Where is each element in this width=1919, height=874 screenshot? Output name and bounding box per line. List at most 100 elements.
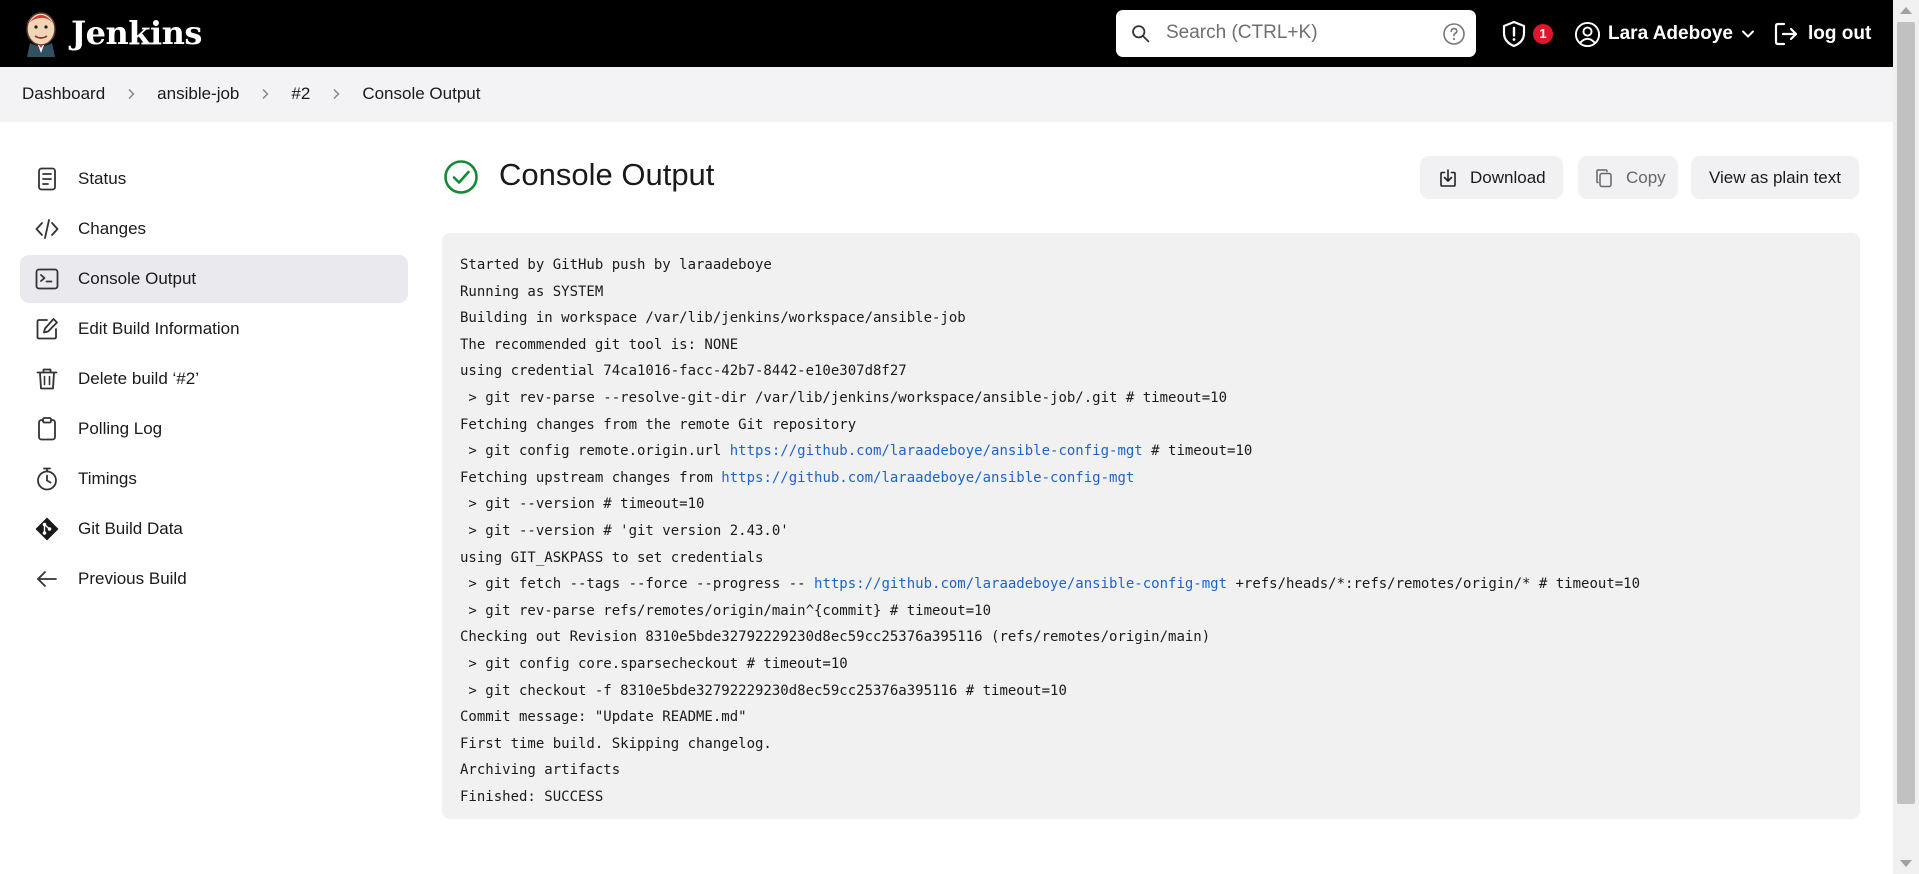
sidebar-item-status[interactable]: Status [20, 155, 408, 203]
search-input[interactable] [1166, 18, 1416, 48]
console-line: Running as SYSTEM [460, 279, 1842, 306]
sidebar-item-changes[interactable]: Changes [20, 205, 408, 253]
logout-icon [1774, 22, 1798, 46]
search-icon [1132, 25, 1150, 43]
jenkins-home-link[interactable]: Jenkins [21, 9, 202, 57]
page-scrollbar[interactable] [1893, 0, 1919, 874]
console-link[interactable]: https://github.com/laraadeboye/ansible-c… [730, 443, 1143, 459]
console-text: Commit message: "Update README.md" [460, 709, 747, 726]
user-name: Lara Adeboye [1608, 23, 1733, 44]
sidebar-item-label: Git Build Data [78, 519, 183, 538]
logout-button[interactable]: log out [1773, 18, 1871, 50]
scrollbar-thumb[interactable] [1897, 22, 1915, 804]
sidebar-item-edit-build-information[interactable]: Edit Build Information [20, 305, 408, 353]
console-line: Checking out Revision 8310e5bde327922292… [460, 624, 1842, 651]
console-text: Checking out Revision 8310e5bde327922292… [460, 629, 1211, 646]
breadcrumb-dashboard[interactable]: Dashboard [22, 84, 105, 104]
trash-icon [36, 368, 58, 390]
download-button[interactable]: Download [1420, 156, 1563, 199]
console-line: Commit message: "Update README.md" [460, 704, 1842, 731]
console-text: Finished: SUCCESS [460, 788, 604, 805]
console-line: using GIT_ASKPASS to set credentials [460, 545, 1842, 572]
sidebar-item-label: Edit Build Information [78, 319, 240, 338]
sidebar-item-delete-build[interactable]: Delete build ‘#2’ [20, 355, 408, 403]
breadcrumb-job[interactable]: ansible-job [157, 84, 239, 104]
console-text: using GIT_ASKPASS to set credentials [460, 549, 764, 566]
console-line: using credential 74ca1016-facc-42b7-8442… [460, 358, 1842, 385]
breadcrumb: Dashboard ansible-job #2 Console Output [22, 84, 480, 104]
view-as-plain-text-button[interactable]: View as plain text [1691, 156, 1859, 199]
chevron-right-icon [262, 88, 269, 100]
search-box[interactable] [1116, 10, 1476, 57]
breadcrumb-bar: Dashboard ansible-job #2 Console Output [0, 67, 1893, 122]
sidebar-item-label: Status [78, 169, 127, 188]
console-text: Running as SYSTEM [460, 283, 604, 300]
sidebar-item-label: Previous Build [78, 569, 187, 588]
console-text: Fetching upstream changes from [460, 469, 722, 486]
page-title: Console Output [499, 157, 715, 192]
user-menu[interactable]: Lara Adeboye [1574, 18, 1755, 50]
scroll-down-arrow-icon[interactable] [1900, 860, 1912, 867]
chevron-right-icon [333, 88, 340, 100]
edit-icon [36, 318, 58, 340]
console-text: > git rev-parse refs/remotes/origin/main… [460, 602, 992, 619]
breadcrumb-build[interactable]: #2 [291, 84, 310, 104]
console-link[interactable]: https://github.com/laraadeboye/ansible-c… [721, 470, 1134, 486]
console-text: Started by GitHub push by laraadeboye [460, 257, 772, 273]
console-text: Archiving artifacts [460, 762, 621, 779]
sidebar-item-console-output[interactable]: Console Output [20, 255, 408, 303]
console-line: > git --version # timeout=10 [460, 491, 1842, 518]
download-icon [1440, 168, 1456, 187]
console-link[interactable]: https://github.com/laraadeboye/ansible-c… [814, 576, 1227, 592]
scroll-up-arrow-icon[interactable] [1900, 7, 1912, 14]
sidebar-item-polling-log[interactable]: Polling Log [20, 405, 408, 453]
chevron-down-icon [1741, 30, 1754, 38]
sidebar-item-label: Delete build ‘#2’ [78, 369, 199, 388]
copy-button[interactable]: Copy [1578, 156, 1678, 199]
stopwatch-icon [37, 467, 57, 491]
console-text: > git fetch --tags --force --progress -- [460, 576, 815, 593]
console-text: using credential 74ca1016-facc-42b7-8442… [460, 363, 907, 380]
breadcrumb-console-output[interactable]: Console Output [362, 84, 480, 104]
console-text: > git --version # timeout=10 [460, 496, 705, 513]
console-line: > git config remote.origin.url https://g… [460, 438, 1842, 465]
clipboard-icon [38, 417, 56, 441]
copy-label: Copy [1626, 167, 1666, 187]
console-line: > git --version # 'git version 2.43.0' [460, 518, 1842, 545]
sidebar-item-label: Console Output [78, 269, 197, 288]
console-line: > git checkout -f 8310e5bde32792229230d8… [460, 678, 1842, 705]
view-as-plain-text-label: View as plain text [1709, 167, 1841, 187]
console-text: > git config remote.origin.url [460, 443, 730, 460]
git-icon [35, 517, 59, 541]
console-line: > git rev-parse refs/remotes/origin/main… [460, 598, 1842, 625]
security-warnings-button[interactable]: 1 [1498, 17, 1556, 49]
console-text: First time build. Skipping changelog. [460, 735, 772, 752]
console-line: First time build. Skipping changelog. [460, 731, 1842, 758]
console-text: > git checkout -f 8310e5bde32792229230d8… [460, 682, 1067, 699]
console-line: The recommended git tool is: NONE [460, 332, 1842, 359]
sidebar-item-label: Changes [78, 219, 147, 238]
security-count-badge: 1 [1533, 24, 1553, 44]
chevron-right-icon [128, 88, 135, 100]
console-line: Fetching changes from the remote Git rep… [460, 412, 1842, 439]
console-text: # timeout=10 [1142, 443, 1253, 460]
console-text: The recommended git tool is: NONE [460, 336, 739, 353]
brand-name: Jenkins [71, 14, 202, 52]
console-text: Building in workspace /var/lib/jenkins/w… [460, 310, 966, 327]
terminal-icon [35, 268, 59, 290]
download-label: Download [1470, 167, 1546, 187]
status-icon [38, 167, 56, 191]
sidebar-item-timings[interactable]: Timings [20, 455, 408, 503]
console-text: > git config core.sparsecheckout # timeo… [460, 655, 848, 672]
console-line: Started by GitHub push by laraadeboye [460, 252, 1842, 279]
help-icon[interactable] [1442, 22, 1466, 46]
console-text: > git --version # 'git version 2.43.0' [460, 522, 789, 539]
sidebar-item-previous-build[interactable]: Previous Build [20, 555, 408, 603]
code-icon [35, 219, 59, 239]
console-line: > git rev-parse --resolve-git-dir /var/l… [460, 385, 1842, 412]
console-line: Archiving artifacts [460, 757, 1842, 784]
shield-alert-icon [1502, 20, 1526, 48]
sidebar-item-git-build-data[interactable]: Git Build Data [20, 505, 408, 553]
console-line: Finished: SUCCESS [460, 784, 1842, 811]
sidebar-item-label: Polling Log [78, 419, 163, 438]
